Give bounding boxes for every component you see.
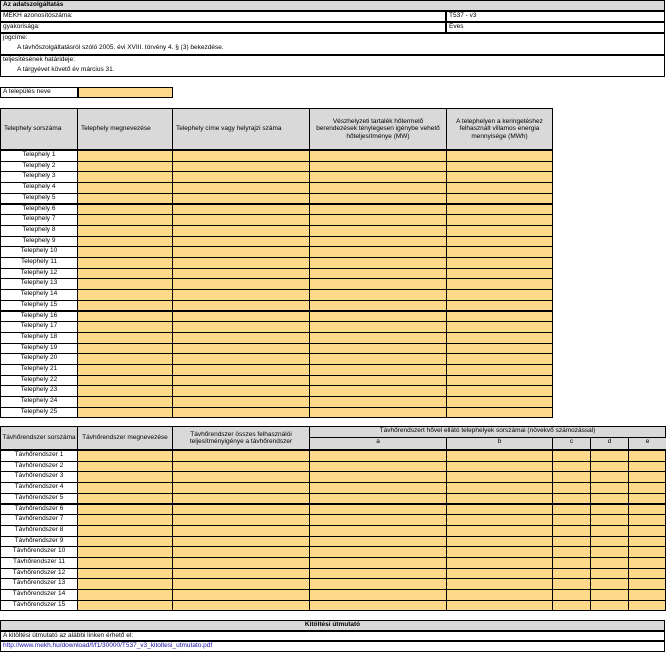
input-cell[interactable] bbox=[172, 599, 310, 612]
input-cell[interactable] bbox=[77, 599, 173, 612]
col-header-rendszer-sorszam: Távhőrendszer sorszáma bbox=[0, 426, 78, 450]
col-header-teljesitmeny: Vészhelyzeti tartalék hőtermelő berendez… bbox=[309, 108, 447, 150]
sub-header-b: b bbox=[446, 437, 553, 450]
sub-header-a: a bbox=[309, 437, 447, 450]
input-cell[interactable] bbox=[552, 599, 591, 612]
table-row-label: Telephely 25 bbox=[0, 406, 78, 419]
settlement-input[interactable] bbox=[78, 87, 173, 98]
input-cell[interactable] bbox=[172, 406, 310, 419]
input-cell[interactable] bbox=[77, 406, 173, 419]
input-cell[interactable] bbox=[446, 599, 553, 612]
info-legal-label: jogcíme: bbox=[3, 34, 28, 41]
info-deadline-text: A tárgyévet követő év március 31. bbox=[17, 66, 115, 73]
input-cell[interactable] bbox=[628, 599, 666, 612]
guide-link[interactable]: http://www.mekh.hu/download/f/f1/30000/T… bbox=[3, 642, 212, 649]
col-header-teljesitmenyigeny: Távhőrendszer összes felhasználói teljes… bbox=[172, 426, 310, 450]
info-legal-text: A távhőszolgáltatásról szóló 2005. évi X… bbox=[17, 44, 224, 51]
col-header-rendszer-megnevezes: Távhőrendszer megnevezése bbox=[77, 426, 173, 450]
col-header-cim: Telephely címe vagy helyrajzi száma bbox=[172, 108, 310, 150]
input-cell[interactable] bbox=[590, 599, 629, 612]
table-row-label: Távhőrendszer 15 bbox=[0, 599, 78, 612]
info-id-label: MEKH azonosítószáma: bbox=[0, 11, 446, 22]
info-deadline-label: teljesítésének határideje: bbox=[3, 56, 75, 63]
input-cell[interactable] bbox=[309, 599, 447, 612]
guide-link-cell: http://www.mekh.hu/download/f/f1/30000/T… bbox=[0, 641, 665, 652]
info-title: Az adatszolgáltatás bbox=[0, 0, 665, 11]
sub-header-e: e bbox=[628, 437, 666, 450]
sub-header-d: d bbox=[590, 437, 629, 450]
col-header-megnevezes: Telephely megnevezése bbox=[77, 108, 173, 150]
col-header-sorszam: Telephely sorszáma bbox=[0, 108, 78, 150]
guide-text: A kitöltési útmutató az alábbi linken ér… bbox=[0, 631, 665, 641]
info-frequency-label: gyakorisága: bbox=[0, 22, 446, 33]
input-cell[interactable] bbox=[446, 406, 553, 419]
info-legal-box: jogcíme: A távhőszolgáltatásról szóló 20… bbox=[0, 33, 665, 55]
info-deadline-box: teljesítésének határideje: A tárgyévet k… bbox=[0, 55, 665, 77]
col-header-villamos: A telephelyen a keringetéshez felhasznál… bbox=[446, 108, 553, 150]
info-id-value: T537 - v3 bbox=[446, 11, 665, 22]
guide-title: Kitöltési útmutató bbox=[0, 620, 665, 631]
info-frequency-value: Éves bbox=[446, 22, 665, 33]
settlement-label: A település neve bbox=[0, 87, 78, 98]
input-cell[interactable] bbox=[309, 406, 447, 419]
sub-header-c: c bbox=[552, 437, 591, 450]
